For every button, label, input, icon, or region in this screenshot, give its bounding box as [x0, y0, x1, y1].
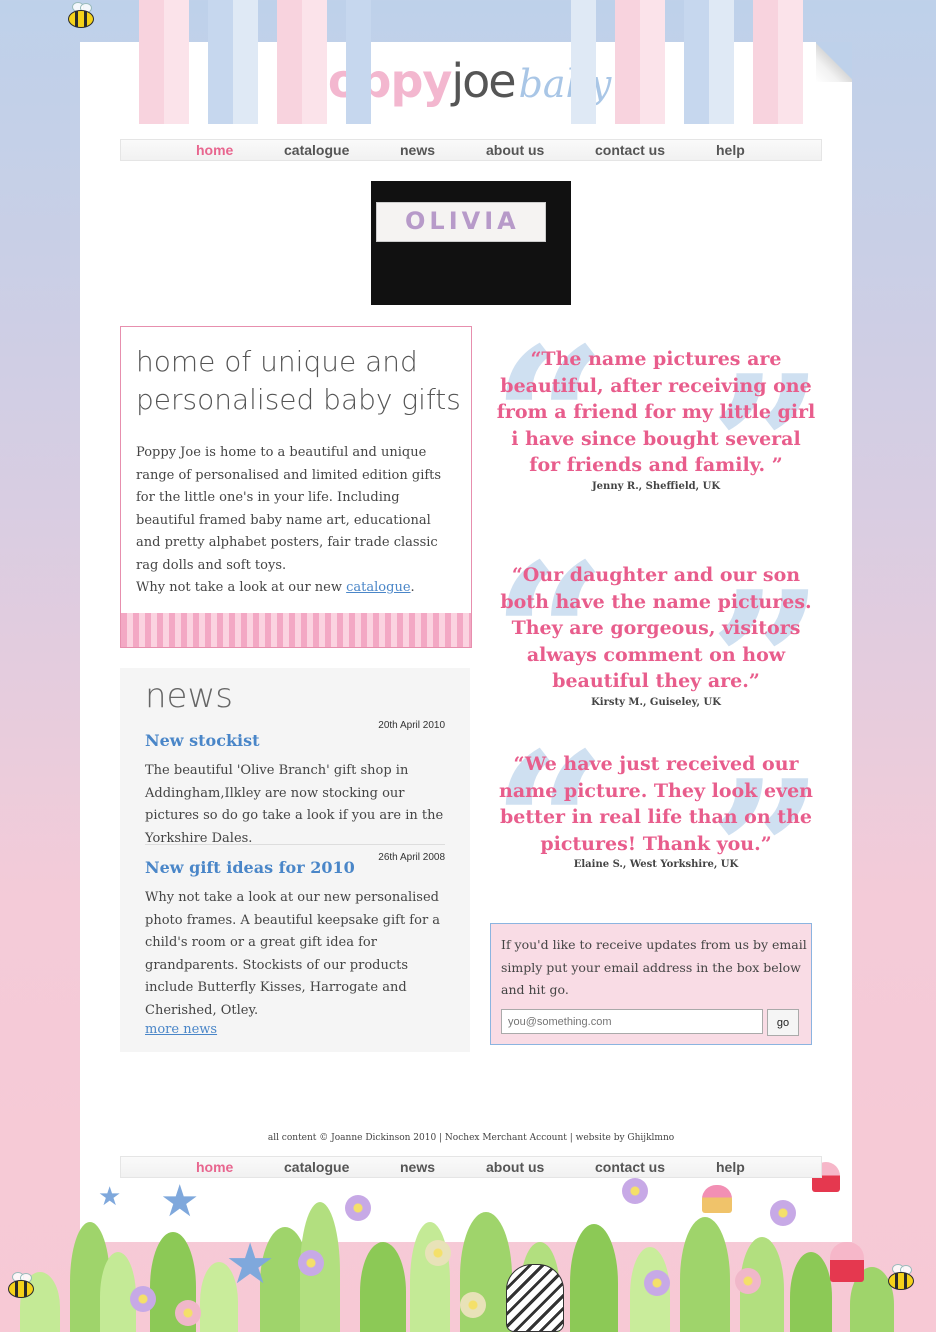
testimonial: “ ” “The name pictures are beautiful, af…: [492, 322, 824, 550]
flower-icon: [345, 1195, 371, 1221]
footer-nav-help[interactable]: help: [716, 1159, 745, 1175]
news-date: 20th April 2010: [378, 720, 445, 731]
news-headline[interactable]: New stockist: [145, 731, 260, 750]
footer-nav: home catalogue news about us contact us …: [120, 1156, 822, 1178]
flower-icon: [298, 1250, 324, 1276]
flower-icon: [770, 1200, 796, 1226]
nav-news[interactable]: news: [400, 142, 435, 158]
logo-baby: baby: [518, 62, 612, 106]
merchant-account-link[interactable]: Merchant Account: [482, 1133, 567, 1143]
intro-cta: Why not take a look at our new catalogue…: [136, 577, 456, 600]
footer-middle: | website by: [566, 1133, 628, 1143]
testimonial-text: “The name pictures are beautiful, after …: [496, 348, 816, 476]
nav-home[interactable]: home: [196, 142, 233, 158]
news-text: The beautiful 'Olive Branch' gift shop i…: [145, 763, 444, 846]
name-picture-frame: OLIVIA: [376, 202, 546, 242]
star-icon: ★: [98, 1182, 122, 1212]
cupcake-icon: [830, 1242, 864, 1282]
banner-stripe: [164, 0, 189, 124]
grass-blade: [790, 1252, 832, 1332]
grass-blade: [570, 1224, 618, 1332]
star-icon: ★: [160, 1176, 200, 1227]
banner-stripe: [208, 0, 233, 124]
news-headline[interactable]: New gift ideas for 2010: [145, 858, 355, 877]
grass-blade: [410, 1222, 450, 1332]
banner-photo[interactable]: OLIVIA: [371, 181, 571, 305]
grass-decoration: ★ ★ ★ ★: [0, 1162, 936, 1332]
logo-joe: joe: [451, 54, 516, 108]
footer-nav-contact-us[interactable]: contact us: [595, 1159, 665, 1175]
nav-help[interactable]: help: [716, 142, 745, 158]
intro-box: home of unique and personalised baby gif…: [120, 326, 472, 648]
banner-stripe: [139, 0, 164, 124]
site-logo[interactable]: poppyjoe baby: [296, 54, 611, 114]
banner-stripe: [709, 0, 734, 124]
page-curl: [816, 42, 852, 82]
banner-stripe: [233, 0, 258, 124]
main-nav: home catalogue news about us contact us …: [120, 139, 822, 161]
grass-blade: [360, 1242, 406, 1332]
news-panel: news 20th April 2010 New stockist The be…: [120, 668, 470, 1052]
intro-title: home of unique and personalised baby gif…: [136, 345, 461, 416]
flower-icon: [130, 1286, 156, 1312]
footer-nav-about-us[interactable]: about us: [486, 1159, 544, 1175]
flower-icon: [175, 1300, 201, 1326]
banner-stripe: [753, 0, 778, 124]
testimonial-text: “Our daughter and our son both have the …: [500, 564, 812, 692]
banner-stripe: [615, 0, 640, 124]
zebra-icon: [506, 1264, 564, 1332]
website-by-link[interactable]: Ghijklmno: [627, 1133, 674, 1143]
pink-stripe-band: [121, 613, 471, 647]
news-divider: [145, 844, 445, 845]
banner-stripe: [277, 0, 302, 124]
bee-icon: [4, 1272, 38, 1300]
testimonial: “ ” “We have just received our name pict…: [492, 727, 824, 955]
footer-credit: all content © Joanne Dickinson 2010 | No…: [120, 1133, 822, 1143]
flower-icon: [735, 1268, 761, 1294]
banner-stripe: [571, 0, 596, 124]
testimonial-author: Elaine S., West Yorkshire, UK: [573, 859, 739, 870]
banner-stripe: [346, 0, 371, 124]
star-icon: ★: [225, 1232, 276, 1297]
nav-about-us[interactable]: about us: [486, 142, 544, 158]
more-news-link[interactable]: more news: [145, 1022, 217, 1037]
footer-nav-home[interactable]: home: [196, 1159, 233, 1175]
bee-icon: [884, 1264, 918, 1292]
news-title: news: [145, 676, 233, 716]
testimonial-author: Jenny R., Sheffield, UK: [591, 480, 721, 492]
news-date: 26th April 2008: [378, 852, 445, 863]
flower-icon: [460, 1292, 486, 1318]
intro-body: Poppy Joe is home to a beautiful and uni…: [136, 445, 442, 573]
footer-nav-news[interactable]: news: [400, 1159, 435, 1175]
bee-icon: [64, 2, 98, 30]
catalogue-link[interactable]: catalogue: [346, 580, 410, 595]
testimonial: “ ” “Our daughter and our son both have …: [492, 538, 824, 766]
go-button[interactable]: go: [767, 1009, 799, 1036]
grass-blade: [680, 1217, 730, 1332]
cupcake-icon: [702, 1185, 732, 1213]
banner-stripe: [302, 0, 327, 124]
banner-name-text: OLIVIA: [405, 207, 520, 235]
testimonial-author: Kirsty M., Guiseley, UK: [591, 696, 721, 708]
testimonial-text: “We have just received our name picture.…: [499, 753, 813, 855]
news-text: Why not take a look at our new personali…: [145, 890, 441, 1018]
email-field[interactable]: [501, 1009, 763, 1034]
intro-cta-prefix: Why not take a look at our new: [136, 580, 347, 595]
flower-icon: [622, 1178, 648, 1204]
flower-icon: [425, 1240, 451, 1266]
banner-stripe: [684, 0, 709, 124]
flower-icon: [644, 1270, 670, 1296]
nav-contact-us[interactable]: contact us: [595, 142, 665, 158]
banner-stripe: [778, 0, 803, 124]
banner-stripe: [640, 0, 665, 124]
intro-cta-suffix: .: [410, 580, 415, 595]
footer-nav-catalogue[interactable]: catalogue: [284, 1159, 349, 1175]
footer-prefix: all content © Joanne Dickinson 2010 | No…: [267, 1133, 483, 1143]
email-signup-box: If you'd like to receive updates from us…: [490, 923, 812, 1045]
nav-catalogue[interactable]: catalogue: [284, 142, 349, 158]
signup-text: If you'd like to receive updates from us…: [501, 937, 807, 997]
